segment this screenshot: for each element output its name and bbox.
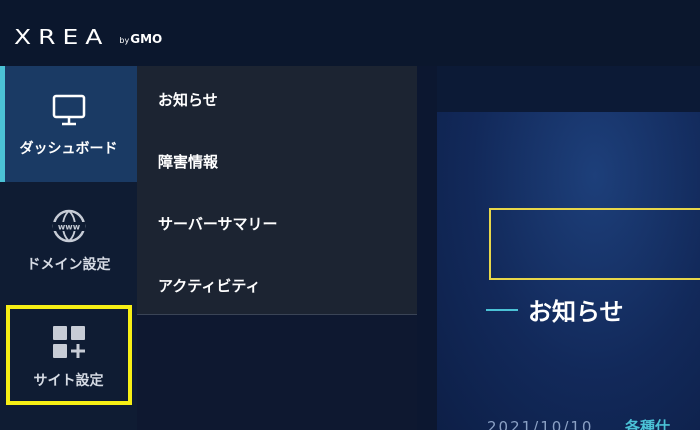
side-navigation: ダッシュボード www ドメイン設定 サイト設定 [0,66,137,430]
dashboard-submenu: お知らせ 障害情報 サーバーサマリー アクティビティ [137,66,417,315]
xrea-logo[interactable]: XREA byGMO [14,20,162,49]
logo-byline: byGMO [119,32,162,46]
nav-label-dashboard: ダッシュボード [19,141,118,157]
submenu-item-notices[interactable]: お知らせ [158,89,218,110]
app-root: XREA byGMO ダッシュボード www ドメイン設定 サイト設定 お知らせ… [0,0,700,430]
nav-label-domain-settings: ドメイン設定 [26,257,111,273]
submenu-item-server-summary[interactable]: サーバーサマリー [158,213,278,234]
top-header: XREA byGMO [0,0,700,66]
main-content [437,66,700,430]
news-date: 2021/10/10 [487,418,594,430]
submenu-item-incidents[interactable]: 障害情報 [158,151,218,172]
monitor-icon [49,90,89,130]
grid-plus-icon [49,322,89,362]
nav-label-site-settings: サイト設定 [33,373,104,389]
nav-item-dashboard[interactable]: ダッシュボード [0,66,137,182]
heading-rule [486,308,518,311]
content-gutter [417,66,437,430]
news-category-link[interactable]: 各種仕 [625,416,670,430]
nav-item-site-settings[interactable]: サイト設定 [0,298,137,414]
svg-text:www: www [57,223,80,232]
notices-section-heading: お知らせ [486,292,624,327]
main-panel [437,112,700,430]
www-globe-icon: www [49,206,89,246]
logo-brand-text: GMO [130,32,163,46]
submenu-item-activity[interactable]: アクティビティ [158,275,260,296]
logo-by-text: by [119,36,130,45]
alert-box [489,208,700,280]
notices-title: お知らせ [528,298,624,326]
logo-wordmark: XREA [14,25,110,49]
main-top-bar [437,66,700,112]
nav-item-domain-settings[interactable]: www ドメイン設定 [0,182,137,298]
